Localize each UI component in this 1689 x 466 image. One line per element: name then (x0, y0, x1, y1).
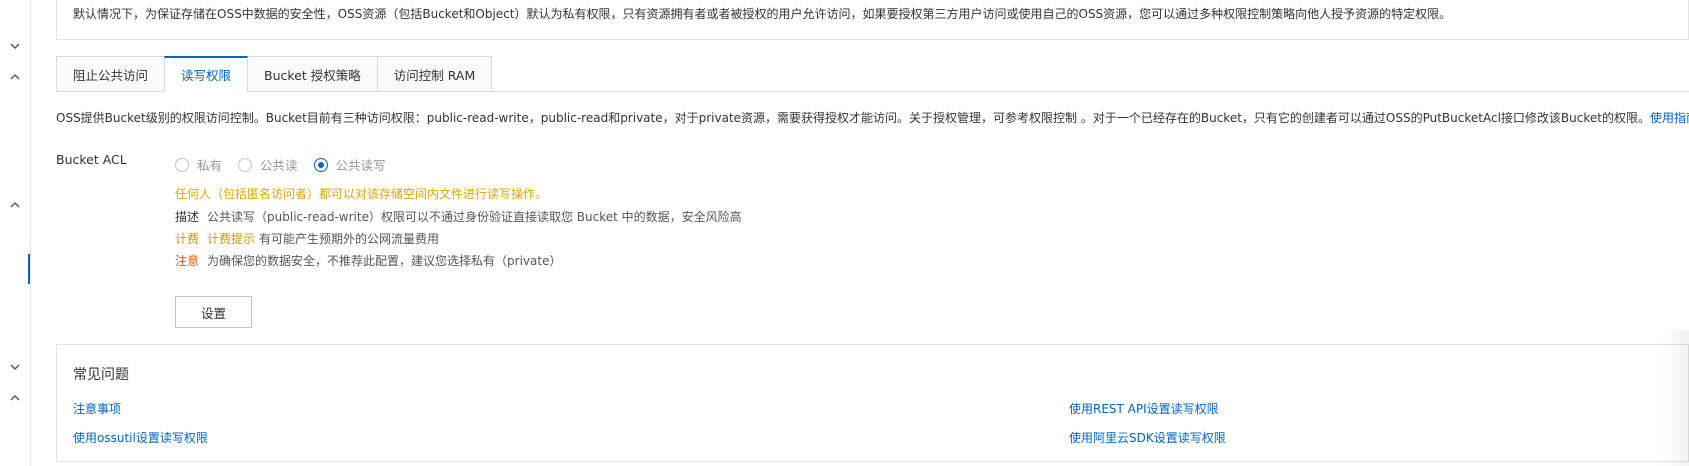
radio-label: 公共读写 (335, 158, 386, 173)
desc-text: 公共读写（public-read-write）权限可以不通过身份验证直接读取您 … (207, 210, 742, 224)
set-acl-button[interactable]: 设置 (175, 296, 252, 328)
faq-title: 常见问题 (73, 367, 129, 383)
faq-link-rest-api[interactable]: 使用REST API设置读写权限 (1069, 400, 1219, 417)
note-key: 注意 (175, 254, 200, 268)
tab-read-write-permission[interactable]: 读写权限 (164, 56, 249, 92)
tab-label: 读写权限 (181, 68, 232, 83)
acl-desc-line: 描述 公共读写（public-read-write）权限可以不通过身份验证直接读取… (175, 208, 742, 225)
tab-block-public-access[interactable]: 阻止公共访问 (56, 56, 166, 92)
left-rail (0, 0, 31, 466)
rail-active-indicator (28, 254, 30, 284)
tab-label: 访问控制 RAM (393, 67, 476, 83)
usage-guide-link[interactable]: 使用指南 (1650, 111, 1689, 125)
chevron-down-icon[interactable] (9, 361, 21, 373)
bucket-acl-label: Bucket ACL (56, 152, 127, 167)
notice-text: 默认情况下，为保证存储在OSS中数据的安全性，OSS资源（包括Bucket和Ob… (73, 7, 1452, 21)
radio-circle-checked[interactable] (313, 157, 328, 172)
fee-text: 有可能产生预期外的公网流量费用 (259, 232, 440, 246)
chevron-down-icon[interactable] (9, 40, 21, 52)
faq-link-ossutil[interactable]: 使用ossutil设置读写权限 (73, 429, 208, 446)
desc-key: 描述 (175, 210, 200, 224)
default-permission-notice: 默认情况下，为保证存储在OSS中数据的安全性，OSS资源（包括Bucket和Ob… (56, 0, 1689, 40)
permission-tabs: 阻止公共访问 读写权限 Bucket 授权策略 访问控制 RAM (56, 56, 493, 92)
faq-link-sdk[interactable]: 使用阿里云SDK设置读写权限 (1069, 429, 1226, 446)
tab-label: Bucket 授权策略 (264, 67, 361, 83)
acl-radio-public-read-write[interactable]: 公共读写 (313, 155, 386, 174)
radio-circle[interactable] (175, 157, 189, 172)
chevron-up-icon[interactable] (9, 392, 21, 404)
faq-link-notes[interactable]: 注意事项 (73, 400, 121, 417)
tab-bucket-policy[interactable]: Bucket 授权策略 (247, 56, 378, 92)
acl-radio-public-read[interactable]: 公共读 (238, 155, 298, 174)
note-text: 为确保您的数据安全，不推荐此配置，建议您选择私有（private） (207, 254, 562, 268)
tab-access-control-ram[interactable]: 访问控制 RAM (376, 56, 493, 92)
acl-radio-private[interactable]: 私有 (175, 155, 222, 174)
faq-panel: 常见问题 注意事项 使用REST API设置读写权限 使用ossutil设置读写… (56, 344, 1689, 462)
acl-note-line: 注意 为确保您的数据安全，不推荐此配置，建议您选择私有（private） (175, 252, 561, 269)
radio-label: 公共读 (260, 158, 298, 173)
tab-label: 阻止公共访问 (73, 67, 149, 83)
fee-key: 计费 (175, 232, 200, 246)
chevron-up-icon[interactable] (9, 199, 21, 211)
fee-tip: 计费提示 (207, 232, 256, 246)
acl-radio-group: 私有 公共读 公共读写 (175, 155, 402, 174)
acl-warning-text: 任何人（包括匿名访问者）都可以对该存储空间内文件进行读写操作。 (175, 187, 548, 201)
right-edge-shadow (1659, 330, 1689, 466)
radio-label: 私有 (197, 158, 223, 173)
tabs-divider (56, 91, 1689, 92)
chevron-up-icon[interactable] (9, 71, 21, 83)
acl-description: OSS提供Bucket级别的权限访问控制。Bucket目前有三种访问权限：pub… (56, 110, 1689, 126)
radio-circle[interactable] (238, 157, 253, 172)
acl-description-text: OSS提供Bucket级别的权限访问控制。Bucket目前有三种访问权限：pub… (56, 111, 1650, 125)
acl-fee-line: 计费 计费提示 有可能产生预期外的公网流量费用 (175, 230, 439, 247)
